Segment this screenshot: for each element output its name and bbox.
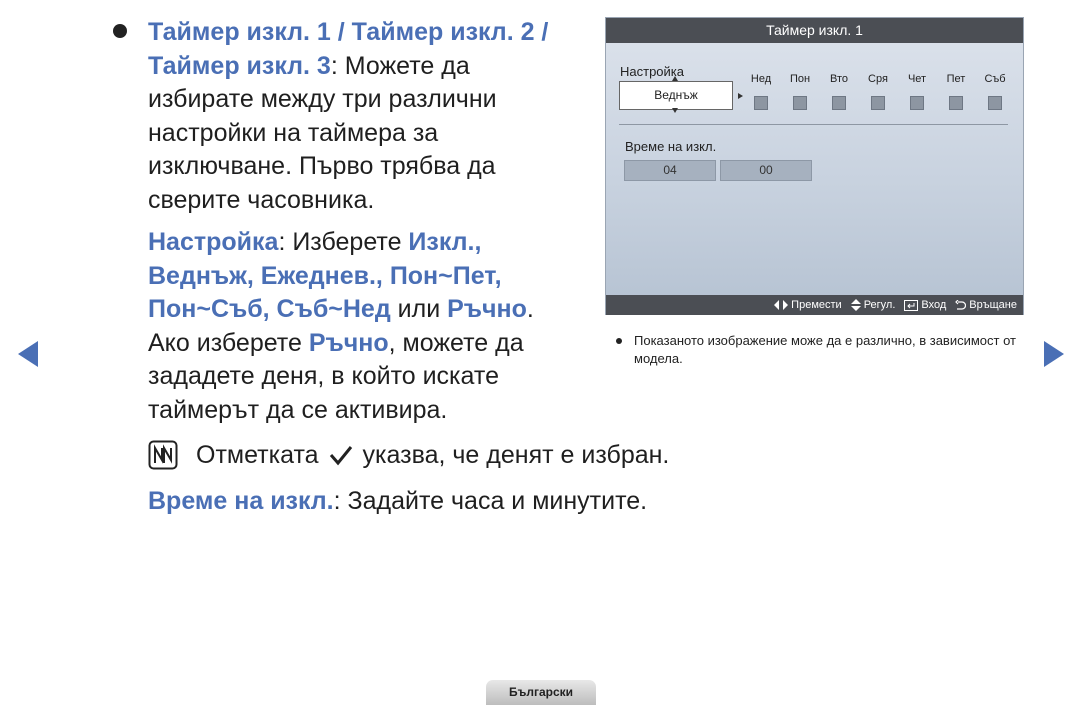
hint-move: Премести — [774, 299, 842, 311]
day-checkbox-sun[interactable] — [754, 96, 768, 110]
dropdown-right-arrow-icon — [738, 93, 743, 99]
setup-term: Настройка — [148, 228, 279, 256]
divider — [619, 124, 1008, 125]
day-label-thu: Чет — [907, 73, 927, 85]
hint-return: Връщане — [955, 299, 1017, 311]
day-checkbox-thu[interactable] — [910, 96, 924, 110]
hint-adjust-label: Регул. — [863, 299, 896, 311]
day-label-tue: Вто — [829, 73, 848, 85]
day-checkbox-fri[interactable] — [949, 96, 963, 110]
day-label-fri: Пет — [946, 73, 966, 85]
setup-paragraph: Настройка: Изберете Изкл., Веднъж, Ежедн… — [148, 226, 568, 428]
return-icon — [955, 299, 967, 310]
manual-intro: Ако изберете — [148, 328, 309, 357]
off-time-label: Време на изкл. — [625, 139, 717, 154]
enter-icon — [904, 299, 919, 311]
hint-enter: Вход — [904, 299, 946, 311]
manual-term-2: Ръчно — [308, 328, 389, 357]
next-page-arrow-icon[interactable] — [1044, 341, 1064, 367]
day-label-sat: Съб — [984, 73, 1006, 85]
note-row: Отметката указва, че денят е избран. — [148, 440, 669, 470]
period: . — [526, 295, 534, 324]
minute-field[interactable]: 00 — [720, 160, 812, 181]
hint-return-label: Връщане — [969, 299, 1017, 311]
bullet-dot — [113, 24, 127, 38]
day-checkbox-mon[interactable] — [793, 96, 807, 110]
tv-screen-title: Таймер изкл. 1 — [606, 18, 1023, 43]
setup-intro: : Изберете — [278, 228, 409, 256]
day-label-wed: Сря — [868, 73, 888, 85]
hint-enter-label: Вход — [921, 299, 947, 311]
repeat-setting-dropdown[interactable]: Веднъж — [619, 81, 733, 110]
note-icon — [148, 440, 178, 470]
note-text-before: Отметката — [196, 440, 319, 469]
day-label-mon: Пон — [789, 73, 811, 85]
day-checkbox-sat[interactable] — [988, 96, 1002, 110]
up-down-arrows-icon — [850, 299, 861, 311]
tv-timer-screen: Таймер изкл. 1 Настройка Веднъж Нед Пон … — [605, 17, 1024, 315]
hour-field[interactable]: 04 — [624, 160, 716, 181]
hint-adjust: Регул. — [850, 299, 896, 311]
or-word: или — [390, 295, 448, 324]
manual-term: Ръчно — [447, 295, 527, 324]
off-time-paragraph: Време на изкл.: Задайте часа и минутите. — [148, 485, 647, 517]
left-right-arrows-icon — [774, 300, 789, 310]
off-time-description: : Задайте часа и минутите. — [333, 487, 648, 515]
previous-page-arrow-icon[interactable] — [18, 341, 38, 367]
timers-paragraph: Таймер изкл. 1 / Таймер изкл. 2 / Таймер… — [148, 16, 568, 218]
day-checkbox-wed[interactable] — [871, 96, 885, 110]
tv-hint-bar: Премести Регул. Вход Връщане — [606, 295, 1023, 315]
caption-text: Показаното изображение може да е различн… — [634, 333, 1016, 366]
language-tab: Български — [486, 680, 596, 705]
note-text-after: указва, че денят е избран. — [362, 440, 670, 469]
screenshot-caption: Показаното изображение може да е различн… — [616, 332, 1016, 368]
checkmark-icon — [329, 446, 352, 466]
dropdown-down-arrow-icon — [672, 108, 678, 113]
day-checkbox-tue[interactable] — [832, 96, 846, 110]
hint-move-label: Премести — [791, 299, 842, 311]
day-label-sun: Нед — [750, 73, 772, 85]
off-time-term: Време на изкл. — [148, 487, 334, 515]
caption-bullet — [616, 338, 622, 344]
